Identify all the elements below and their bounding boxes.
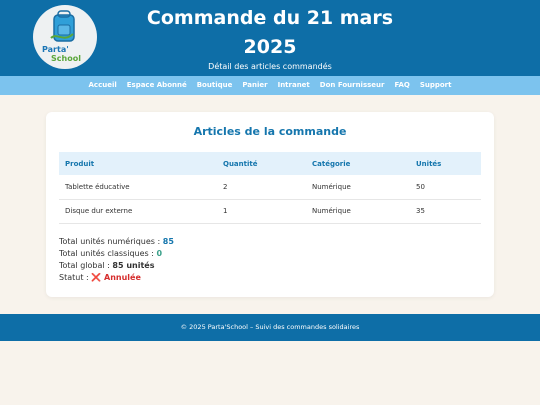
cell-unites: 50 — [410, 175, 481, 200]
logo-text-parta: Parta' — [42, 45, 69, 54]
order-card: Articles de la commande Produit Quantité… — [46, 112, 494, 297]
cell-unites: 35 — [410, 199, 481, 224]
total-classiques-value: 0 — [156, 249, 163, 258]
nav-don-fournisseur[interactable]: Don Fournisseur — [320, 76, 385, 95]
total-numeriques-label: Total unités numériques : — [59, 237, 163, 246]
cell-produit: Tablette éducative — [59, 175, 217, 200]
page-title-line1: Commande du 21 mars — [146, 7, 394, 29]
column-header-unites: Unités — [410, 152, 481, 175]
cell-quantite: 1 — [217, 199, 306, 224]
page-title: Commande du 21 mars 2025 — [110, 4, 430, 62]
nav-support[interactable]: Support — [420, 76, 452, 95]
status-badge: ❌ Annulée — [91, 273, 141, 282]
total-classiques-row: Total unités classiques : 0 — [59, 248, 174, 260]
column-header-quantite: Quantité — [217, 152, 306, 175]
column-header-produit: Produit — [59, 152, 217, 175]
logo-text-school: School — [51, 54, 81, 63]
nav-accueil[interactable]: Accueil — [89, 76, 117, 95]
cell-produit: Disque dur externe — [59, 199, 217, 224]
total-global-value: 85 unités — [112, 261, 155, 270]
cell-quantite: 2 — [217, 175, 306, 200]
site-footer: © 2025 Parta'School – Suivi des commande… — [0, 314, 540, 341]
nav-boutique[interactable]: Boutique — [197, 76, 233, 95]
total-classiques-label: Total unités classiques : — [59, 249, 157, 258]
table-row: Disque dur externe 1 Numérique 35 — [59, 199, 481, 224]
nav-intranet[interactable]: Intranet — [278, 76, 310, 95]
main-nav: Accueil Espace Abonné Boutique Panier In… — [0, 76, 540, 95]
nav-espace-abonne[interactable]: Espace Abonné — [127, 76, 187, 95]
total-numeriques-row: Total unités numériques : 85 — [59, 236, 174, 248]
page-title-line2: 2025 — [243, 36, 297, 58]
table-header-row: Produit Quantité Catégorie Unités — [59, 152, 481, 175]
total-global-row: Total global : 85 unités — [59, 260, 174, 272]
partaschool-logo[interactable]: Parta' School — [33, 5, 97, 69]
status-row: Statut : ❌ Annulée — [59, 272, 174, 284]
nav-panier[interactable]: Panier — [242, 76, 267, 95]
cell-categorie: Numérique — [306, 199, 410, 224]
total-global-label: Total global : — [59, 261, 113, 270]
order-totals: Total unités numériques : 85 Total unité… — [59, 236, 174, 284]
cell-categorie: Numérique — [306, 175, 410, 200]
site-header: Parta' School Commande du 21 mars 2025 D… — [0, 0, 540, 76]
page-subtitle: Détail des articles commandés — [208, 62, 332, 71]
table-row: Tablette éducative 2 Numérique 50 — [59, 175, 481, 200]
column-header-categorie: Catégorie — [306, 152, 410, 175]
total-numeriques-value: 85 — [162, 237, 174, 246]
order-items-table: Produit Quantité Catégorie Unités Tablet… — [59, 152, 481, 224]
card-title: Articles de la commande — [193, 125, 347, 138]
nav-faq[interactable]: FAQ — [394, 76, 409, 95]
status-label: Statut : — [59, 273, 92, 282]
